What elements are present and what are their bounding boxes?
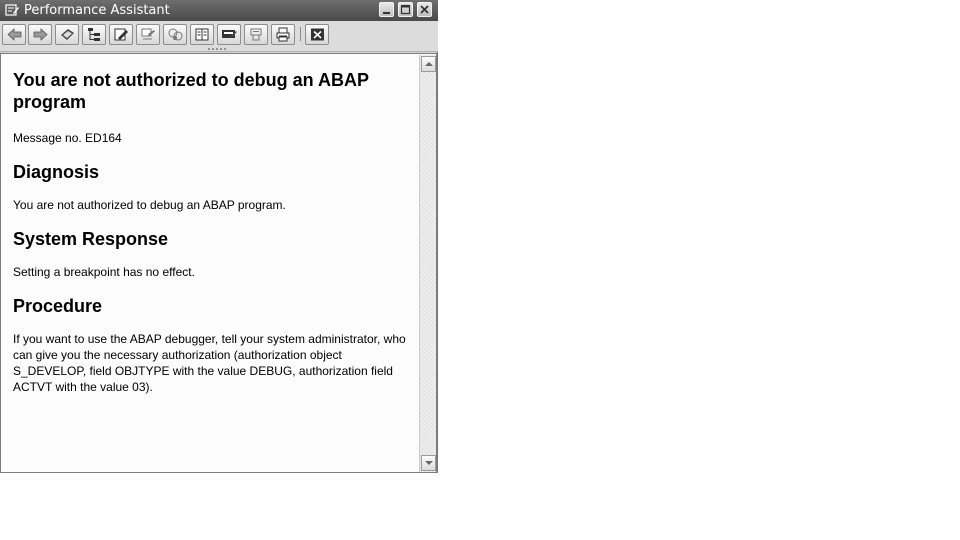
edit-notes-button[interactable] [109,24,133,45]
glossary-icon [195,28,209,41]
hierarchy-icon [88,28,100,41]
minimize-icon [383,12,390,14]
glossary-button[interactable] [190,24,214,45]
application-help-button[interactable] [163,24,187,45]
back-button[interactable] [2,24,26,45]
window-app-icon [5,3,19,17]
hierarchy-button[interactable] [82,24,106,45]
section-title-procedure: Procedure [13,296,103,316]
message-number: Message no. ED164 [13,131,122,145]
window-title: Performance Assistant [24,3,170,18]
performance-assistant-window: Performance Assistant You are not author… [0,0,438,473]
maximize-icon [400,4,411,15]
close-box-icon [311,28,324,41]
back-arrow-icon [7,28,22,41]
minimize-button[interactable] [379,2,394,17]
document-heading: You are not authorized to debug an ABAP … [13,70,369,112]
section-body-procedure: If you want to use the ABAP debugger, te… [13,332,406,394]
application-help-icon [168,28,183,41]
print-icon [276,27,290,42]
section-title-diagnosis: Diagnosis [13,162,100,182]
vertical-scrollbar[interactable] [419,55,436,472]
section-body-diagnosis: You are not authorized to debug an ABAP … [13,198,286,212]
forward-arrow-icon [33,28,48,41]
help-content-frame: You are not authorized to debug an ABAP … [0,53,437,473]
release-notes-button[interactable] [217,24,241,45]
technical-info-icon [61,29,74,40]
section-title-system-response: System Response [13,229,169,249]
scroll-down-button[interactable] [421,455,436,471]
display-notes-button[interactable] [136,24,160,45]
toolbar-resize-grip[interactable] [207,48,227,50]
print-button[interactable] [271,24,295,45]
technical-info-button[interactable] [55,24,79,45]
settings-icon [250,28,262,41]
forward-button[interactable] [28,24,52,45]
scroll-up-button[interactable] [421,56,436,72]
settings-button[interactable] [244,24,268,45]
close-button[interactable] [417,2,432,17]
section-body-system-response: Setting a breakpoint has no effect. [13,265,195,279]
close-icon [420,5,429,14]
chevron-up-icon [425,62,433,66]
maximize-button[interactable] [398,2,413,17]
toolbar [0,21,438,52]
edit-notes-icon [114,28,128,41]
display-notes-icon [141,28,155,40]
toolbar-separator [300,27,301,41]
close-document-button[interactable] [305,24,329,45]
release-notes-icon [222,30,237,38]
help-content-area: You are not authorized to debug an ABAP … [2,55,418,472]
chevron-down-icon [425,461,433,465]
help-document: You are not authorized to debug an ABAP … [13,69,408,410]
title-bar[interactable]: Performance Assistant [0,0,438,21]
